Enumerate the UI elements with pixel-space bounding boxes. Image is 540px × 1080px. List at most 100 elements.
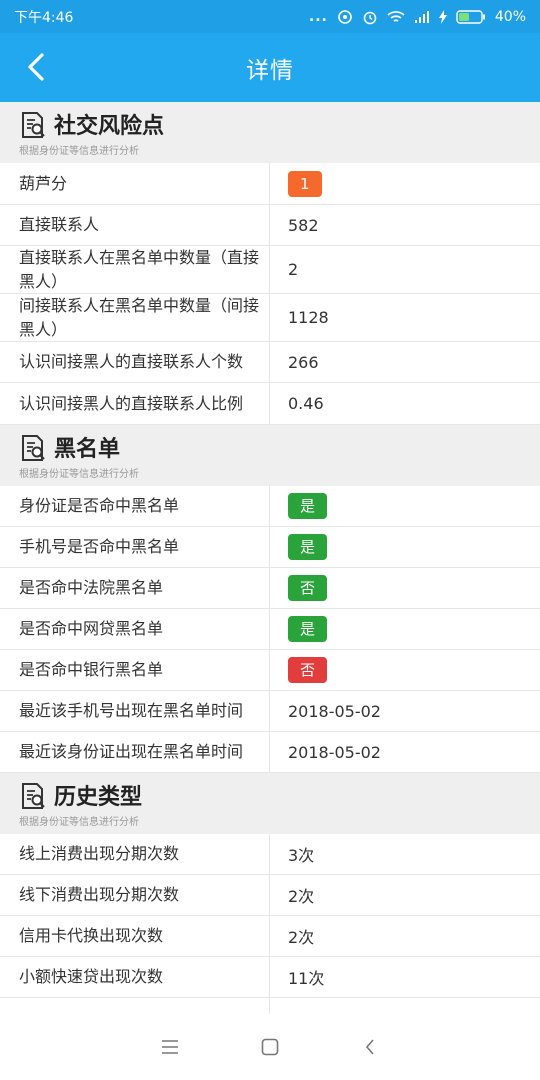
row-value: 2次 — [288, 887, 315, 906]
row-value-cell: 是 — [270, 609, 540, 649]
section-header: 历史类型根据身份证等信息进行分析 — [0, 773, 540, 834]
table-row — [0, 998, 540, 1014]
page-title: 详情 — [246, 57, 294, 84]
table-row: 手机号是否命中黑名单是 — [0, 527, 540, 568]
row-value-cell: 2018-05-02 — [270, 691, 540, 731]
row-value: 2 — [288, 260, 299, 279]
status-badge: 是 — [288, 493, 328, 519]
table-row: 直接联系人 582 — [0, 205, 540, 246]
section-title: 社交风险点 — [54, 114, 165, 139]
row-value: 582 — [288, 215, 319, 235]
row-value-cell: 是 — [270, 527, 540, 567]
row-label: 间接联系人在黑名单中数量（间接黑人） — [0, 294, 270, 341]
table-row: 是否命中银行黑名单否 — [0, 650, 540, 691]
status-time: 下午4:46 — [14, 9, 74, 26]
row-value: 11次 — [288, 969, 325, 988]
alarm-icon — [363, 11, 377, 24]
row-label — [0, 998, 270, 1014]
app-bar: 详情 — [0, 33, 540, 102]
section-title: 黑名单 — [54, 437, 121, 462]
row-value-cell: 2次 — [270, 875, 540, 915]
row-label: 手机号是否命中黑名单 — [0, 527, 270, 567]
row-label: 线上消费出现分期次数 — [0, 834, 270, 874]
back-button[interactable] — [18, 49, 54, 85]
row-label: 认识间接黑人的直接联系人比例 — [0, 383, 270, 424]
system-nav-bar — [0, 1014, 540, 1080]
table-row: 是否命中法院黑名单否 — [0, 568, 540, 609]
row-label: 是否命中网贷黑名单 — [0, 609, 270, 649]
charging-icon — [438, 9, 447, 24]
table-row: 最近该手机号出现在黑名单时间 2018-05-02 — [0, 691, 540, 732]
row-label: 认识间接黑人的直接联系人个数 — [0, 342, 270, 382]
row-label: 最近该手机号出现在黑名单时间 — [0, 691, 270, 731]
square-home-icon — [261, 1038, 279, 1056]
row-value-cell: 1128 — [270, 294, 540, 341]
table-row: 线上消费出现分期次数 3次 — [0, 834, 540, 875]
row-value: 3次 — [288, 846, 315, 865]
row-value-cell — [270, 998, 540, 1014]
row-value: 0.46 — [288, 394, 324, 413]
table-row: 身份证是否命中黑名单是 — [0, 486, 540, 527]
row-value-cell: 否 — [270, 568, 540, 608]
section-subtitle: 根据身份证等信息进行分析 — [19, 817, 139, 828]
row-label: 小额快速贷出现次数 — [0, 957, 270, 997]
row-value-cell: 266 — [270, 342, 540, 382]
status-badge: 1 — [288, 170, 322, 197]
row-label: 最近该身份证出现在黑名单时间 — [0, 732, 270, 772]
table-row: 小额快速贷出现次数 11次 — [0, 957, 540, 998]
row-value: 2次 — [288, 928, 315, 947]
wifi-icon — [387, 10, 405, 22]
section-title: 历史类型 — [54, 785, 143, 810]
row-label: 葫芦分 — [0, 163, 270, 204]
row-label: 是否命中银行黑名单 — [0, 650, 270, 690]
table-row: 是否命中网贷黑名单是 — [0, 609, 540, 650]
document-search-icon — [18, 110, 48, 140]
row-value-cell: 2018-05-02 — [270, 732, 540, 772]
chevron-left-icon — [365, 1039, 374, 1055]
row-value: 2018-05-02 — [288, 742, 381, 762]
document-search-icon — [18, 433, 48, 463]
row-value-cell: 1 — [270, 163, 540, 204]
row-value: 266 — [288, 352, 319, 372]
section-header: 黑名单根据身份证等信息进行分析 — [0, 425, 540, 486]
section-subtitle: 根据身份证等信息进行分析 — [19, 469, 139, 480]
row-value: 2018-05-02 — [288, 701, 381, 721]
row-label: 信用卡代换出现次数 — [0, 916, 270, 956]
status-badge: 否 — [288, 657, 328, 683]
signal-icon — [414, 10, 429, 23]
table-row: 认识间接黑人的直接联系人比例 0.46 — [0, 383, 540, 425]
battery-level: 40% — [494, 8, 526, 25]
row-value: 1128 — [288, 308, 329, 327]
detail-content[interactable]: 社交风险点 根据身份证等信息进行分析 葫芦分 1 直接联系人 582 直接联系人在黑名单中数… — [0, 102, 540, 1014]
row-value-cell: 否 — [270, 650, 540, 690]
section-header: 社交风险点根据身份证等信息进行分析 — [0, 102, 540, 163]
status-badge: 是 — [288, 616, 328, 642]
menu-button[interactable] — [150, 1027, 190, 1067]
row-value-cell: 是 — [270, 486, 540, 526]
row-label: 是否命中法院黑名单 — [0, 568, 270, 608]
row-label: 身份证是否命中黑名单 — [0, 486, 270, 526]
table-row: 认识间接黑人的直接联系人个数 266 — [0, 342, 540, 383]
row-value-cell: 582 — [270, 205, 540, 245]
status-badge: 否 — [288, 575, 328, 601]
status-badge: 是 — [288, 534, 328, 560]
row-label: 线下消费出现分期次数 — [0, 875, 270, 915]
home-button[interactable] — [250, 1027, 290, 1067]
section-subtitle: 根据身份证等信息进行分析 — [19, 146, 139, 157]
row-label: 直接联系人 — [0, 205, 270, 245]
hotspot-icon — [338, 9, 352, 24]
battery-icon — [456, 9, 485, 24]
row-value-cell: 3次 — [270, 834, 540, 874]
row-value-cell: 0.46 — [270, 383, 540, 424]
more-dots-icon: ... — [308, 8, 328, 25]
table-row: 葫芦分 1 — [0, 163, 540, 205]
table-row: 线下消费出现分期次数 2次 — [0, 875, 540, 916]
document-search-icon — [18, 781, 48, 811]
row-value-cell: 2 — [270, 246, 540, 293]
table-row: 间接联系人在黑名单中数量（间接黑人） 1128 — [0, 294, 540, 342]
table-row: 直接联系人在黑名单中数量（直接黑人） 2 — [0, 246, 540, 294]
row-value-cell: 2次 — [270, 916, 540, 956]
nav-back-button[interactable] — [350, 1027, 390, 1067]
row-value-cell: 11次 — [270, 957, 540, 997]
menu-icon — [162, 1040, 178, 1054]
